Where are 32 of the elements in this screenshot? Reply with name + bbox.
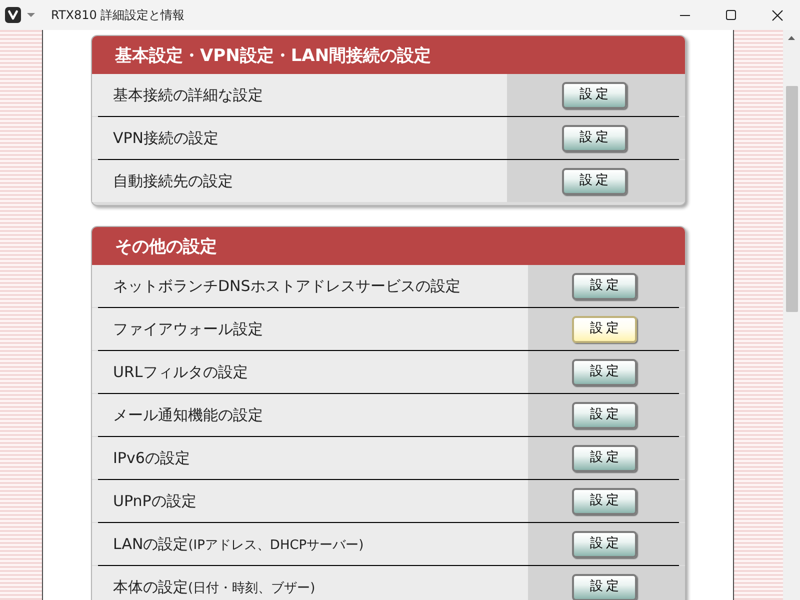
setting-label: IPv6の設定 xyxy=(113,448,190,469)
settings-button[interactable]: 設定 xyxy=(572,444,637,472)
section-header: 基本設定・VPN設定・LAN間接続の設定 xyxy=(92,36,685,74)
scrollbar-thumb[interactable] xyxy=(786,86,798,312)
setting-label: 基本接続の詳細な設定 xyxy=(113,84,263,106)
settings-button[interactable]: 設定 xyxy=(562,124,626,152)
setting-label: ネットボランチDNSホストアドレスサービスの設定 xyxy=(113,276,460,297)
settings-button[interactable]: 設定 xyxy=(572,488,637,514)
setting-label: 自動接続先の設定 xyxy=(113,170,233,192)
settings-button[interactable]: 設定 xyxy=(572,358,637,386)
setting-label: VPN接続の設定 xyxy=(113,128,219,149)
setting-label: ファイアウォール設定 xyxy=(113,318,263,340)
setting-label: UPnPの設定 xyxy=(113,490,196,512)
minimize-icon xyxy=(680,14,690,16)
maximize-icon xyxy=(726,10,736,20)
setting-label: 本体の設定(日付・時刻、ブザー) xyxy=(113,576,316,598)
scroll-up-arrow-icon[interactable] xyxy=(788,36,795,40)
settings-button[interactable]: 設定 xyxy=(572,402,637,428)
close-icon xyxy=(772,10,782,20)
window-title: RTX810 詳細設定と情報 xyxy=(51,7,185,24)
setting-label: メール通知機能の設定 xyxy=(113,404,263,426)
app-icon[interactable] xyxy=(5,7,21,23)
settings-button[interactable]: 設定 xyxy=(572,316,637,342)
settings-button[interactable]: 設定 xyxy=(562,168,626,194)
section-header: その他の設定 xyxy=(92,227,685,265)
caret-icon[interactable] xyxy=(27,13,35,17)
settings-button[interactable]: 設定 xyxy=(562,82,626,108)
settings-button[interactable]: 設定 xyxy=(572,574,637,600)
setting-label: URLフィルタの設定 xyxy=(113,362,248,383)
settings-button[interactable]: 設定 xyxy=(572,530,637,558)
settings-button[interactable]: 設定 xyxy=(572,272,637,300)
setting-label: LANの設定(IPアドレス、DHCPサーバー) xyxy=(113,534,364,555)
